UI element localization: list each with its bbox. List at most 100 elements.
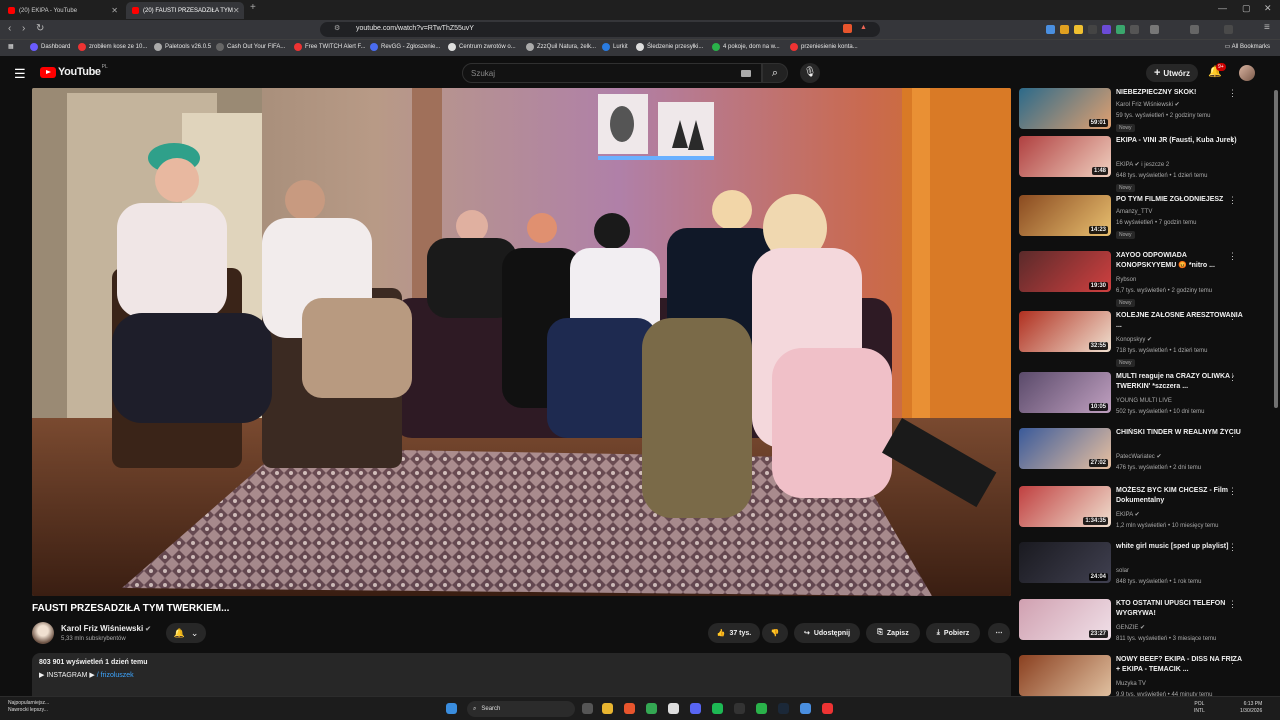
recommended-video[interactable]: 19:30 XAYOO ODPOWIADA KONOPSKYYEMU 😡 *nit… [1019,251,1269,307]
extension-icon[interactable] [1116,25,1125,34]
forward-icon[interactable]: › [22,23,25,35]
recommended-video[interactable]: 1:48 EKIPA - VINI JR (Fausti, Kuba Jurek)… [1019,136,1269,192]
bookmark-item[interactable]: Śledzenie przesyłki... [636,43,703,51]
system-clock[interactable]: 6:13 PM 1/30/2026 [1240,701,1262,715]
keyboard-icon[interactable] [741,70,751,77]
spotify-icon[interactable] [712,703,723,714]
download-button[interactable]: ⤓ Pobierz [926,623,980,643]
recommended-video[interactable]: 23:27 KTO OSTATNI UPUŚCI TELEFON WYGRYWA!… [1019,599,1269,655]
recommended-channel[interactable]: EKIPA ✔ [1116,510,1140,521]
browser-tab-ekipa[interactable]: (20) EKIPA - YouTube ✕ [2,2,124,19]
task-view-icon[interactable] [582,703,593,714]
share-button[interactable]: ↪ Udostępnij [794,623,860,643]
recommended-video[interactable]: 27:02 CHIŃSKI TINDER W REALNYM ŻYCIU Patec… [1019,428,1269,484]
more-options-icon[interactable]: ⋮ [1228,88,1237,99]
more-options-icon[interactable]: ⋮ [1228,195,1237,206]
video-thumbnail[interactable]: 1:34:35 [1019,486,1111,527]
video-thumbnail[interactable]: 10:05 [1019,372,1111,413]
more-options-icon[interactable]: ⋮ [1228,428,1237,439]
bookmark-item[interactable]: zrobiłem kose ze 10... [78,43,147,51]
video-thumbnail[interactable]: 1:48 [1019,136,1111,177]
bookmark-item[interactable]: 4 pokoje, dom na w... [712,43,780,51]
recommended-title[interactable]: MOŻESZ BYĆ KIM CHCESZ - Film Dokumentaln… [1116,486,1246,506]
bookmark-item[interactable]: Lurkit [602,43,628,51]
hamburger-menu-icon[interactable]: ☰ [14,66,26,82]
more-options-icon[interactable]: ⋮ [1228,372,1237,383]
bookmark-item[interactable]: Dashboard [30,43,70,51]
steam-icon[interactable] [778,703,789,714]
like-button[interactable]: 👍 37 tys. [708,623,760,643]
video-thumbnail[interactable]: 27:02 [1019,428,1111,469]
recommended-title[interactable]: white girl music [sped up playlist] [1116,542,1246,552]
more-options-icon[interactable]: ⋮ [1228,486,1237,497]
close-tab-icon[interactable]: ✕ [233,6,240,15]
taskbar-search[interactable]: ⌕ Search [467,701,575,717]
bookmark-item[interactable]: Cash Out Your FIFA... [216,43,285,51]
maximize-icon[interactable]: ▢ [1242,3,1251,14]
recommended-title[interactable]: XAYOO ODPOWIADA KONOPSKYYEMU 😡 *nitro ..… [1116,251,1246,271]
channel-avatar[interactable] [32,622,54,644]
windows-start-icon[interactable] [446,703,457,714]
file-explorer-icon[interactable] [602,703,613,714]
reload-icon[interactable]: ↻ [36,23,44,35]
more-options-icon[interactable]: ⋮ [1228,251,1237,262]
recommended-channel[interactable]: solar [1116,566,1129,577]
recommended-title[interactable]: KTO OSTATNI UPUŚCI TELEFON WYGRYWA! [1116,599,1246,619]
dislike-button[interactable]: 👎 [762,623,788,643]
chrome-icon[interactable] [646,703,657,714]
video-thumbnail[interactable]: 14:23 [1019,195,1111,236]
discord-icon[interactable] [690,703,701,714]
recommended-title[interactable]: PO TYM FILMIE ZGŁODNIEJESZ [1116,195,1246,205]
subscription-bell-button[interactable]: 🔔 ⌄ [166,623,206,643]
more-options-icon[interactable]: ⋮ [1228,136,1237,147]
youtube-logo[interactable]: YouTube PL [40,64,108,78]
language-indicator[interactable]: POL INTL [1194,701,1205,715]
bookmark-item[interactable]: Free TWITCH Alert F... [294,43,366,51]
notepad-icon[interactable] [800,703,811,714]
url-bar[interactable]: ⚙ youtube.com/watch?v=RTwThZ55uvY ▲ [320,22,880,37]
back-icon[interactable]: ‹ [8,23,11,35]
extension-icon[interactable] [1074,25,1083,34]
close-window-icon[interactable]: ✕ [1264,3,1272,14]
recommended-channel[interactable]: GENZIE ✔ [1116,623,1145,634]
brave-shield-icon[interactable] [843,24,852,33]
recommended-channel[interactable]: Konopskyy ✔ [1116,335,1152,346]
scrollbar[interactable] [1274,90,1278,408]
recommended-video[interactable]: 14:23 PO TYM FILMIE ZGŁODNIEJESZ Amanzy_TT… [1019,195,1269,251]
extension-icon[interactable] [1130,25,1139,34]
news-widget[interactable]: Najpopularniejsz... Nawrocki lepszy... [8,700,49,714]
app-icon[interactable] [756,703,767,714]
recommended-video[interactable]: 1:34:35 MOŻESZ BYĆ KIM CHCESZ - Film Doku… [1019,486,1269,542]
recommended-video[interactable]: 32:55 KOLEJNE ZAŁOSNE ARESZTOWANIA ... Kon… [1019,311,1269,367]
recommended-channel[interactable]: Rybson [1116,275,1136,286]
recommended-title[interactable]: MULTI reaguje na CRAZY OLIWKA - TWERKIN'… [1116,372,1246,392]
minimize-icon[interactable]: — [1218,3,1227,13]
recommended-video[interactable]: NOWY BEEF? EKIPA - DISS NA FRIZA + EKIPA… [1019,655,1269,696]
recommended-video[interactable]: 10:05 MULTI reaguje na CRAZY OLIWKA - TWE… [1019,372,1269,428]
extension-icon[interactable] [1046,25,1055,34]
app-icon[interactable] [668,703,679,714]
media-icon[interactable] [1190,25,1199,34]
search-input[interactable]: Szukaj [462,63,762,83]
extension-icon[interactable] [1102,25,1111,34]
browser-tab-active[interactable]: (20) FAUSTI PRZESADZIŁA TYM ✕ [126,2,244,19]
video-player[interactable] [32,88,1011,596]
recommended-channel[interactable]: Muzyka TV [1116,679,1146,690]
brave-rewards-icon[interactable]: ▲ [860,24,867,31]
more-actions-button[interactable]: ⋯ [988,623,1010,643]
video-thumbnail[interactable] [1019,655,1111,696]
browser-menu-icon[interactable]: ≡ [1264,22,1270,34]
bookmark-item[interactable]: Paletools v26.0.5 [154,43,211,51]
site-info-icon[interactable]: ⚙ [334,24,340,32]
more-options-icon[interactable]: ⋮ [1228,599,1237,610]
bookmark-item[interactable]: Centrum zwrotów o... [448,43,516,51]
recommended-channel[interactable]: YOUNG MULTI LIVE [1116,396,1172,407]
bookmark-item[interactable]: przeniesienie konta... [790,43,858,51]
more-options-icon[interactable]: ⋮ [1228,311,1237,322]
recommended-title[interactable]: NIEBEZPIECZNY SKOK! [1116,88,1246,98]
bookmark-item[interactable]: RevGG - Zgłoszenie... [370,43,440,51]
close-tab-icon[interactable]: ✕ [111,6,118,15]
save-button[interactable]: ⎘ Zapisz [866,623,920,643]
recommended-title[interactable]: NOWY BEEF? EKIPA - DISS NA FRIZA + EKIPA… [1116,655,1246,675]
video-thumbnail[interactable]: 32:55 [1019,311,1111,352]
